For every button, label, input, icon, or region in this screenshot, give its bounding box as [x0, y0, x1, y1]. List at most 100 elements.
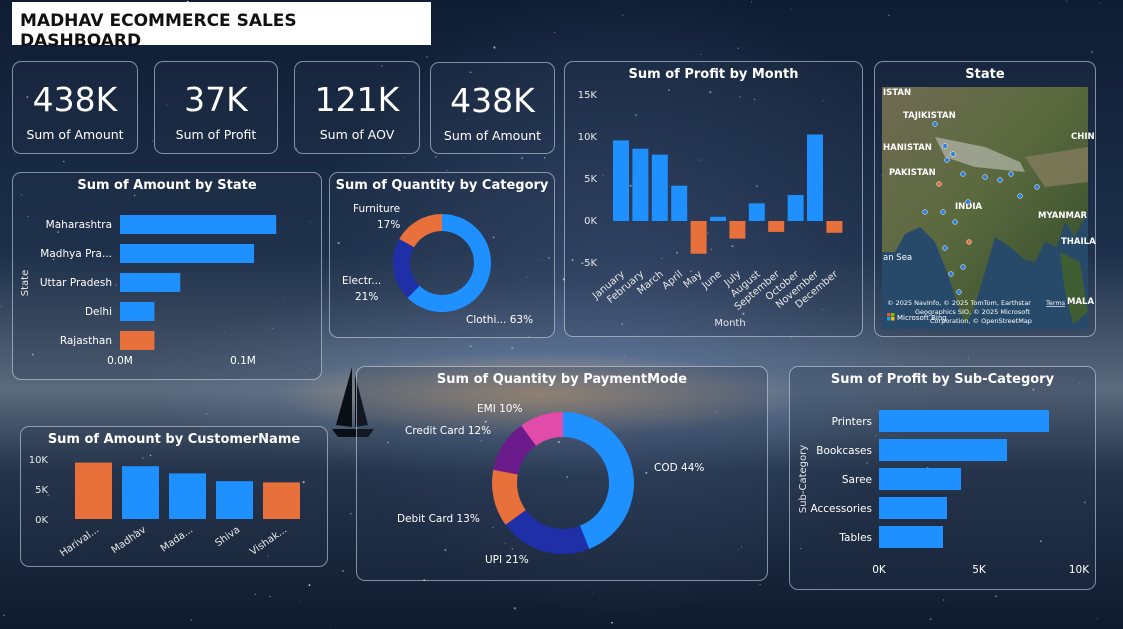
map-brand: Microsoft Bing — [897, 314, 947, 322]
dashboard-title: MADHAV ECOMMERCE SALES DASHBOARD — [12, 2, 431, 51]
bar — [263, 482, 300, 519]
map-state[interactable]: State ISTAN TAJIKISTAN CHIN HANISTAN PAK… — [874, 61, 1096, 337]
map-point — [944, 157, 950, 163]
slice-label: Credit Card 12% — [405, 425, 491, 437]
map-point — [952, 219, 958, 225]
x-tick-label: Mada... — [159, 524, 195, 554]
y-tick-label: Bookcases — [816, 445, 872, 457]
slice-label: Furniture — [353, 203, 400, 215]
amount-by-customer-plot: 10K 5K 0K Harival... Madhav Mada... Shiva Visha… — [29, 455, 300, 559]
quantity-by-category-plot: Clothi... 63% Electr... 21% Furniture 17% — [342, 203, 533, 326]
slice-label: 21% — [355, 291, 378, 303]
map-label: MALA — [1067, 297, 1094, 307]
map-canvas[interactable]: ISTAN TAJIKISTAN CHIN HANISTAN PAKISTAN … — [875, 62, 1097, 338]
donut-slice — [393, 238, 420, 298]
kpi-card-amount-2[interactable]: 438K Sum of Amount — [430, 62, 555, 154]
x-tick-label: June — [699, 269, 724, 292]
map-label: CHIN — [1071, 132, 1095, 142]
y-tick-label: 15K — [578, 90, 598, 101]
bar — [729, 221, 746, 239]
slice-label: UPI 21% — [485, 554, 529, 566]
map-point — [956, 289, 962, 295]
bar — [671, 185, 688, 221]
profit-by-subcategory-plot: Sub-Category Printers Bookcases Saree Access… — [798, 410, 1090, 576]
map-point — [942, 143, 948, 149]
quantity-by-paymentmode-plot: COD 44% UPI 21% Debit Card 13% Credit Card … — [397, 403, 704, 566]
kpi-card-aov[interactable]: 121K Sum of AOV — [294, 61, 420, 154]
map-point — [936, 181, 942, 187]
kpi-value: 121K — [314, 80, 400, 119]
bar — [122, 466, 159, 519]
bar — [120, 273, 181, 292]
map-point — [932, 121, 938, 127]
x-tick-label: May — [682, 269, 705, 291]
chart-profit-by-subcategory[interactable]: Sum of Profit by Sub-Category Sub-Catego… — [789, 366, 1096, 590]
y-tick-label: Saree — [842, 474, 872, 486]
kpi-value: 37K — [184, 80, 248, 119]
map-point — [1017, 193, 1023, 199]
y-tick-label: 10K — [578, 132, 598, 143]
map-label: PAKISTAN — [889, 168, 936, 178]
bar — [120, 215, 277, 234]
bar — [879, 439, 1007, 461]
chart-amount-by-state[interactable]: Sum of Amount by State State Maharashtra M… — [12, 172, 322, 380]
kpi-card-amount[interactable]: 438K Sum of Amount — [12, 61, 138, 154]
map-point — [960, 171, 966, 177]
map-label: an Sea — [883, 253, 912, 263]
kpi-label: Sum of Profit — [175, 127, 257, 142]
x-tick-label: 0K — [872, 564, 887, 576]
kpi-label: Sum of Amount — [443, 128, 542, 143]
map-terms-link[interactable]: Terms — [1045, 299, 1066, 307]
x-tick-label: 10K — [1069, 564, 1090, 576]
map-attribution: © 2025 NavInfo, © 2025 TomTom, Earthstar — [887, 299, 1031, 307]
kpi-value: 438K — [450, 81, 535, 120]
map-label: HANISTAN — [883, 143, 932, 153]
kpi-label: Sum of Amount — [26, 127, 124, 142]
x-tick-label: 0.1M — [230, 355, 256, 367]
x-tick-label: Harival... — [58, 524, 101, 559]
amount-by-state-plot: State Maharashtra Madhya Pra... Uttar Prade… — [20, 215, 277, 367]
bar — [826, 221, 843, 233]
y-tick-label: Madhya Pra... — [40, 248, 112, 260]
y-tick-label: Delhi — [85, 306, 112, 318]
y-tick-label: Rajasthan — [60, 335, 112, 347]
bar — [879, 468, 961, 490]
chart-profit-by-month[interactable]: Sum of Profit by Month 15K 10K 5K 0K -5K Janu… — [564, 61, 863, 337]
bar — [169, 473, 206, 519]
slice-label: 17% — [377, 219, 400, 231]
slice-label: Clothi... 63% — [466, 314, 533, 326]
chart-quantity-by-paymentmode[interactable]: Sum of Quantity by PaymentMode COD 44% UP… — [356, 366, 768, 581]
bar — [879, 526, 943, 548]
map-point — [997, 177, 1003, 183]
bar — [807, 134, 823, 221]
kpi-value: 438K — [32, 80, 118, 119]
donut-slice — [399, 214, 442, 248]
map-point — [940, 209, 946, 215]
kpi-card-profit[interactable]: 37K Sum of Profit — [154, 61, 278, 154]
y-axis-label: Sub-Category — [798, 445, 809, 513]
x-tick-label: Madhav — [110, 524, 149, 556]
bar — [120, 244, 255, 263]
bar — [75, 462, 112, 519]
map-point — [965, 199, 971, 205]
map-point — [922, 209, 928, 215]
y-tick-label: Maharashtra — [46, 219, 112, 231]
map-point — [1034, 184, 1040, 190]
bar — [120, 331, 155, 350]
y-tick-label: -5K — [580, 258, 597, 269]
map-point — [942, 245, 948, 251]
chart-quantity-by-category[interactable]: Sum of Quantity by Category Clothi... 63… — [329, 172, 555, 338]
chart-amount-by-customer[interactable]: Sum of Amount by CustomerName 10K 5K 0K Har… — [20, 426, 328, 567]
y-axis-label: State — [20, 270, 31, 296]
map-label: MYANMAR — [1038, 211, 1088, 221]
y-tick-label: Printers — [832, 416, 872, 428]
x-tick-label: Vishak... — [248, 524, 289, 557]
x-tick-label: 5K — [972, 564, 987, 576]
map-label: TAJIKISTAN — [903, 111, 956, 121]
kpi-label: Sum of AOV — [319, 127, 395, 142]
x-tick-label: 0.0M — [107, 355, 133, 367]
bar — [879, 497, 947, 519]
bar — [879, 410, 1049, 432]
bar — [216, 481, 253, 519]
map-point — [960, 264, 966, 270]
